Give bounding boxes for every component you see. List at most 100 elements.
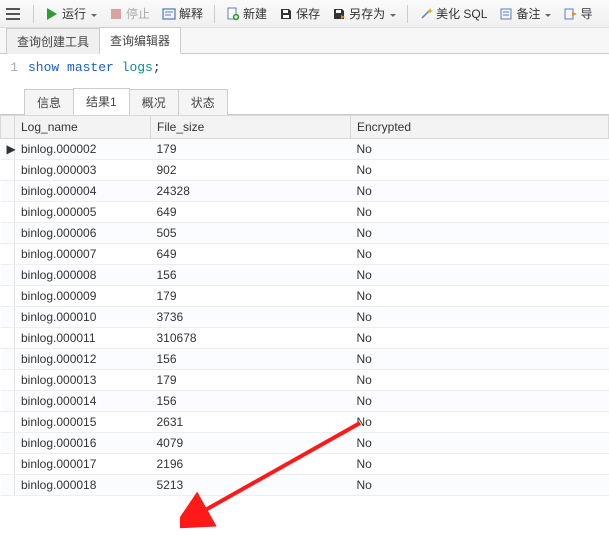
export-button[interactable]: 导 xyxy=(559,3,596,24)
cell-encrypted[interactable]: No xyxy=(351,286,609,307)
cell-encrypted[interactable]: No xyxy=(351,412,609,433)
cell-encrypted[interactable]: No xyxy=(351,391,609,412)
cell-log-name[interactable]: binlog.000013 xyxy=(15,370,151,391)
cell-log-name[interactable]: binlog.000014 xyxy=(15,391,151,412)
cell-encrypted[interactable]: No xyxy=(351,370,609,391)
line-number: 1 xyxy=(0,60,28,75)
save-button[interactable]: 保存 xyxy=(275,3,324,24)
cell-log-name[interactable]: binlog.000017 xyxy=(15,454,151,475)
cell-encrypted[interactable]: No xyxy=(351,160,609,181)
cell-encrypted[interactable]: No xyxy=(351,265,609,286)
table-row[interactable]: binlog.000003902No xyxy=(1,160,609,181)
table-row[interactable]: binlog.000009179No xyxy=(1,286,609,307)
tab-overview[interactable]: 概况 xyxy=(129,89,179,115)
row-pointer xyxy=(1,412,15,433)
table-row[interactable]: binlog.000013179No xyxy=(1,370,609,391)
cell-encrypted[interactable]: No xyxy=(351,244,609,265)
cell-file-size[interactable]: 2196 xyxy=(151,454,351,475)
table-row[interactable]: binlog.00000424328No xyxy=(1,181,609,202)
table-row[interactable]: binlog.000005649No xyxy=(1,202,609,223)
dropdown-icon[interactable] xyxy=(388,7,396,21)
notes-button[interactable]: 备注 xyxy=(495,3,555,24)
result-grid[interactable]: Log_name File_size Encrypted ▶binlog.000… xyxy=(0,115,609,496)
col-file-size[interactable]: File_size xyxy=(151,116,351,139)
cell-log-name[interactable]: binlog.000012 xyxy=(15,349,151,370)
explain-button[interactable]: 解释 xyxy=(158,3,207,24)
sql-editor[interactable]: 1 show master logs; xyxy=(0,54,609,85)
new-button[interactable]: 新建 xyxy=(222,3,271,24)
table-row[interactable]: binlog.000006505No xyxy=(1,223,609,244)
cell-file-size[interactable]: 2631 xyxy=(151,412,351,433)
cell-file-size[interactable]: 649 xyxy=(151,202,351,223)
cell-file-size[interactable]: 156 xyxy=(151,349,351,370)
cell-file-size[interactable]: 5213 xyxy=(151,475,351,496)
cell-encrypted[interactable]: No xyxy=(351,349,609,370)
cell-encrypted[interactable]: No xyxy=(351,328,609,349)
col-encrypted[interactable]: Encrypted xyxy=(351,116,609,139)
cell-log-name[interactable]: binlog.000002 xyxy=(15,139,151,160)
cell-encrypted[interactable]: No xyxy=(351,202,609,223)
table-row[interactable]: binlog.000014156No xyxy=(1,391,609,412)
table-row[interactable]: binlog.000012156No xyxy=(1,349,609,370)
row-pointer: ▶ xyxy=(1,139,15,160)
cell-file-size[interactable]: 4079 xyxy=(151,433,351,454)
table-row[interactable]: binlog.0000185213No xyxy=(1,475,609,496)
dropdown-icon[interactable] xyxy=(89,7,97,21)
col-log-name[interactable]: Log_name xyxy=(15,116,151,139)
menu-icon[interactable] xyxy=(4,4,26,24)
dropdown-icon[interactable] xyxy=(543,7,551,21)
keyword-show: show xyxy=(28,60,59,75)
cell-file-size[interactable]: 179 xyxy=(151,139,351,160)
table-row[interactable]: binlog.0000152631No xyxy=(1,412,609,433)
cell-log-name[interactable]: binlog.000018 xyxy=(15,475,151,496)
cell-file-size[interactable]: 505 xyxy=(151,223,351,244)
cell-encrypted[interactable]: No xyxy=(351,475,609,496)
cell-log-name[interactable]: binlog.000011 xyxy=(15,328,151,349)
cell-file-size[interactable]: 3736 xyxy=(151,307,351,328)
sql-code[interactable]: show master logs; xyxy=(28,60,609,75)
tab-info[interactable]: 信息 xyxy=(24,89,74,115)
cell-file-size[interactable]: 902 xyxy=(151,160,351,181)
tab-query-editor[interactable]: 查询编辑器 xyxy=(99,27,181,54)
tab-status[interactable]: 状态 xyxy=(178,89,228,115)
cell-encrypted[interactable]: No xyxy=(351,454,609,475)
table-row[interactable]: binlog.0000103736No xyxy=(1,307,609,328)
table-row[interactable]: binlog.0000172196No xyxy=(1,454,609,475)
cell-encrypted[interactable]: No xyxy=(351,181,609,202)
cell-file-size[interactable]: 179 xyxy=(151,370,351,391)
table-row[interactable]: ▶binlog.000002179No xyxy=(1,139,609,160)
stop-button[interactable]: 停止 xyxy=(105,3,154,24)
cell-file-size[interactable]: 156 xyxy=(151,265,351,286)
saveas-button[interactable]: 另存为 xyxy=(328,3,400,24)
table-row[interactable]: binlog.000011310678No xyxy=(1,328,609,349)
cell-log-name[interactable]: binlog.000006 xyxy=(15,223,151,244)
cell-encrypted[interactable]: No xyxy=(351,433,609,454)
beautify-button[interactable]: 美化 SQL xyxy=(415,3,491,24)
cell-log-name[interactable]: binlog.000004 xyxy=(15,181,151,202)
cell-encrypted[interactable]: No xyxy=(351,307,609,328)
cell-file-size[interactable]: 156 xyxy=(151,391,351,412)
cell-log-name[interactable]: binlog.000007 xyxy=(15,244,151,265)
export-icon xyxy=(563,7,577,21)
cell-log-name[interactable]: binlog.000008 xyxy=(15,265,151,286)
cell-log-name[interactable]: binlog.000016 xyxy=(15,433,151,454)
cell-file-size[interactable]: 179 xyxy=(151,286,351,307)
cell-encrypted[interactable]: No xyxy=(351,139,609,160)
table-row[interactable]: binlog.0000164079No xyxy=(1,433,609,454)
cell-log-name[interactable]: binlog.000015 xyxy=(15,412,151,433)
row-pointer-header xyxy=(1,116,15,139)
tab-result1[interactable]: 结果1 xyxy=(73,88,130,115)
cell-log-name[interactable]: binlog.000003 xyxy=(15,160,151,181)
cell-file-size[interactable]: 649 xyxy=(151,244,351,265)
table-row[interactable]: binlog.000008156No xyxy=(1,265,609,286)
cell-log-name[interactable]: binlog.000010 xyxy=(15,307,151,328)
cell-file-size[interactable]: 24328 xyxy=(151,181,351,202)
cell-log-name[interactable]: binlog.000009 xyxy=(15,286,151,307)
tab-query-builder[interactable]: 查询创建工具 xyxy=(6,28,100,54)
cell-encrypted[interactable]: No xyxy=(351,223,609,244)
result-grid-wrap: Log_name File_size Encrypted ▶binlog.000… xyxy=(0,115,609,496)
cell-log-name[interactable]: binlog.000005 xyxy=(15,202,151,223)
run-button[interactable]: 运行 xyxy=(41,3,101,24)
cell-file-size[interactable]: 310678 xyxy=(151,328,351,349)
table-row[interactable]: binlog.000007649No xyxy=(1,244,609,265)
